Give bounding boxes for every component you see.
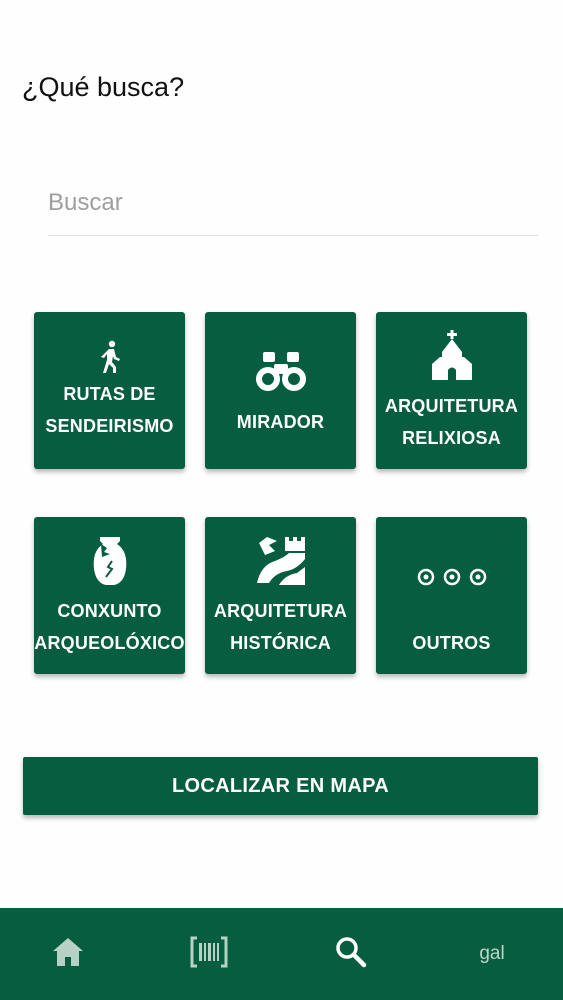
nav-language[interactable]: gal [452,908,532,1000]
category-viewpoint[interactable]: MIRADOR [205,312,356,469]
more-dots-icon [376,567,527,587]
category-label: CONXUNTO ARQUEOLÓXICO [34,601,185,653]
category-label: OUTROS [412,633,491,653]
historic-wall-icon [205,535,356,587]
nav-home[interactable] [28,908,108,1000]
barcode-icon [190,936,228,973]
hiker-icon [34,340,185,374]
category-others[interactable]: OUTROS [376,517,527,674]
bottom-navigation: gal [0,908,563,1000]
category-religious-architecture[interactable]: ARQUITETURA RELIXIOSA [376,312,527,469]
category-label: ARQUITETURA HISTÓRICA [213,601,348,653]
church-icon [376,330,527,382]
search-input[interactable] [48,184,538,235]
nav-search[interactable] [311,908,391,1000]
page-title: ¿Qué busca? [22,72,185,102]
category-archaeological-site[interactable]: CONXUNTO ARQUEOLÓXICO [34,517,185,674]
search-screen: ¿Qué busca? RUTAS DE SENDEIRISMO MIRA [0,0,563,1000]
locate-on-map-button[interactable]: LOCALIZAR EN MAPA [23,757,538,815]
search-field[interactable] [48,184,538,236]
category-historic-architecture[interactable]: ARQUITETURA HISTÓRICA [205,517,356,674]
broken-vase-icon [34,535,185,587]
language-label: gal [479,943,505,964]
category-hiking-routes[interactable]: RUTAS DE SENDEIRISMO [34,312,185,469]
nav-barcode[interactable] [169,908,249,1000]
category-label: ARQUITETURA RELIXIOSA [384,396,519,448]
category-label: MIRADOR [236,412,325,432]
binoculars-icon [205,350,356,394]
category-label: RUTAS DE SENDEIRISMO [45,384,174,436]
search-icon [335,936,367,973]
home-icon [52,937,84,972]
